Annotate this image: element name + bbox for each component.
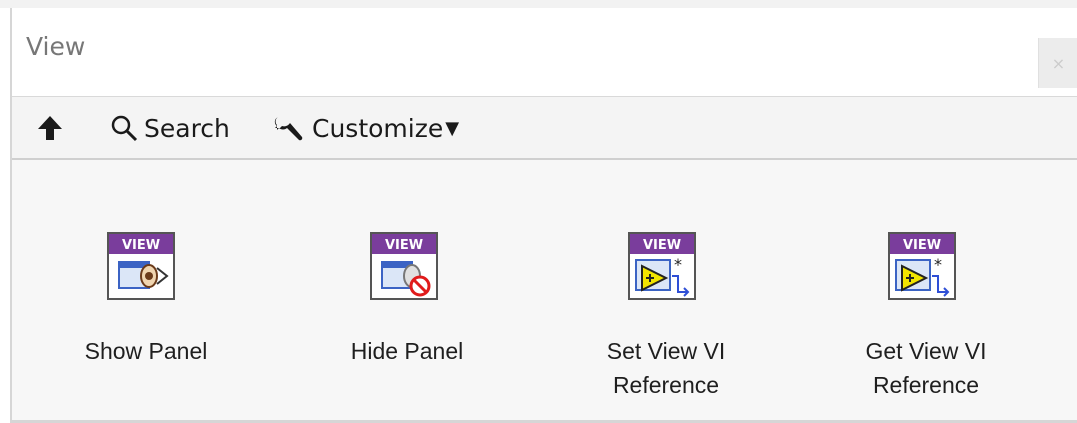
search-button[interactable]: Search	[110, 97, 230, 159]
up-arrow-icon	[38, 116, 62, 140]
chevron-down-icon: ▼	[445, 117, 460, 139]
svg-text:*: *	[674, 255, 682, 274]
close-icon: ×	[1051, 53, 1066, 73]
item-label: Set View VI Reference	[606, 338, 726, 398]
close-button[interactable]: ×	[1038, 38, 1077, 88]
customize-button[interactable]: Customize ▼	[272, 97, 459, 159]
show-panel-icon: VIEW	[107, 232, 175, 300]
window-top-edge	[0, 0, 1077, 8]
item-label: Hide Panel	[350, 338, 464, 364]
item-label: Show Panel	[84, 338, 208, 364]
vi-badge: VIEW	[385, 238, 423, 253]
customize-label: Customize	[312, 113, 444, 143]
item-label: Get View VI Reference	[865, 338, 987, 398]
up-button[interactable]	[36, 97, 64, 159]
palette-titlebar	[12, 10, 1077, 96]
palette-title: View	[26, 32, 86, 61]
get-view-vi-reference-icon: VIEW *	[888, 232, 956, 300]
search-label: Search	[144, 113, 230, 143]
vi-badge: VIEW	[643, 238, 681, 253]
set-view-vi-reference-icon: VIEW *	[628, 232, 696, 300]
hide-panel-icon: VIEW	[370, 232, 438, 300]
vi-badge: VIEW	[122, 238, 160, 253]
window-left-margin	[0, 8, 10, 423]
vi-badge: VIEW	[903, 238, 941, 253]
view-palette-window: View × Search Customize ▼ VIEW Show Pane…	[0, 0, 1077, 423]
search-icon	[111, 115, 138, 142]
svg-text:*: *	[934, 255, 942, 274]
wrench-icon	[274, 116, 303, 141]
palette-toolbar: Search Customize ▼	[12, 96, 1077, 160]
